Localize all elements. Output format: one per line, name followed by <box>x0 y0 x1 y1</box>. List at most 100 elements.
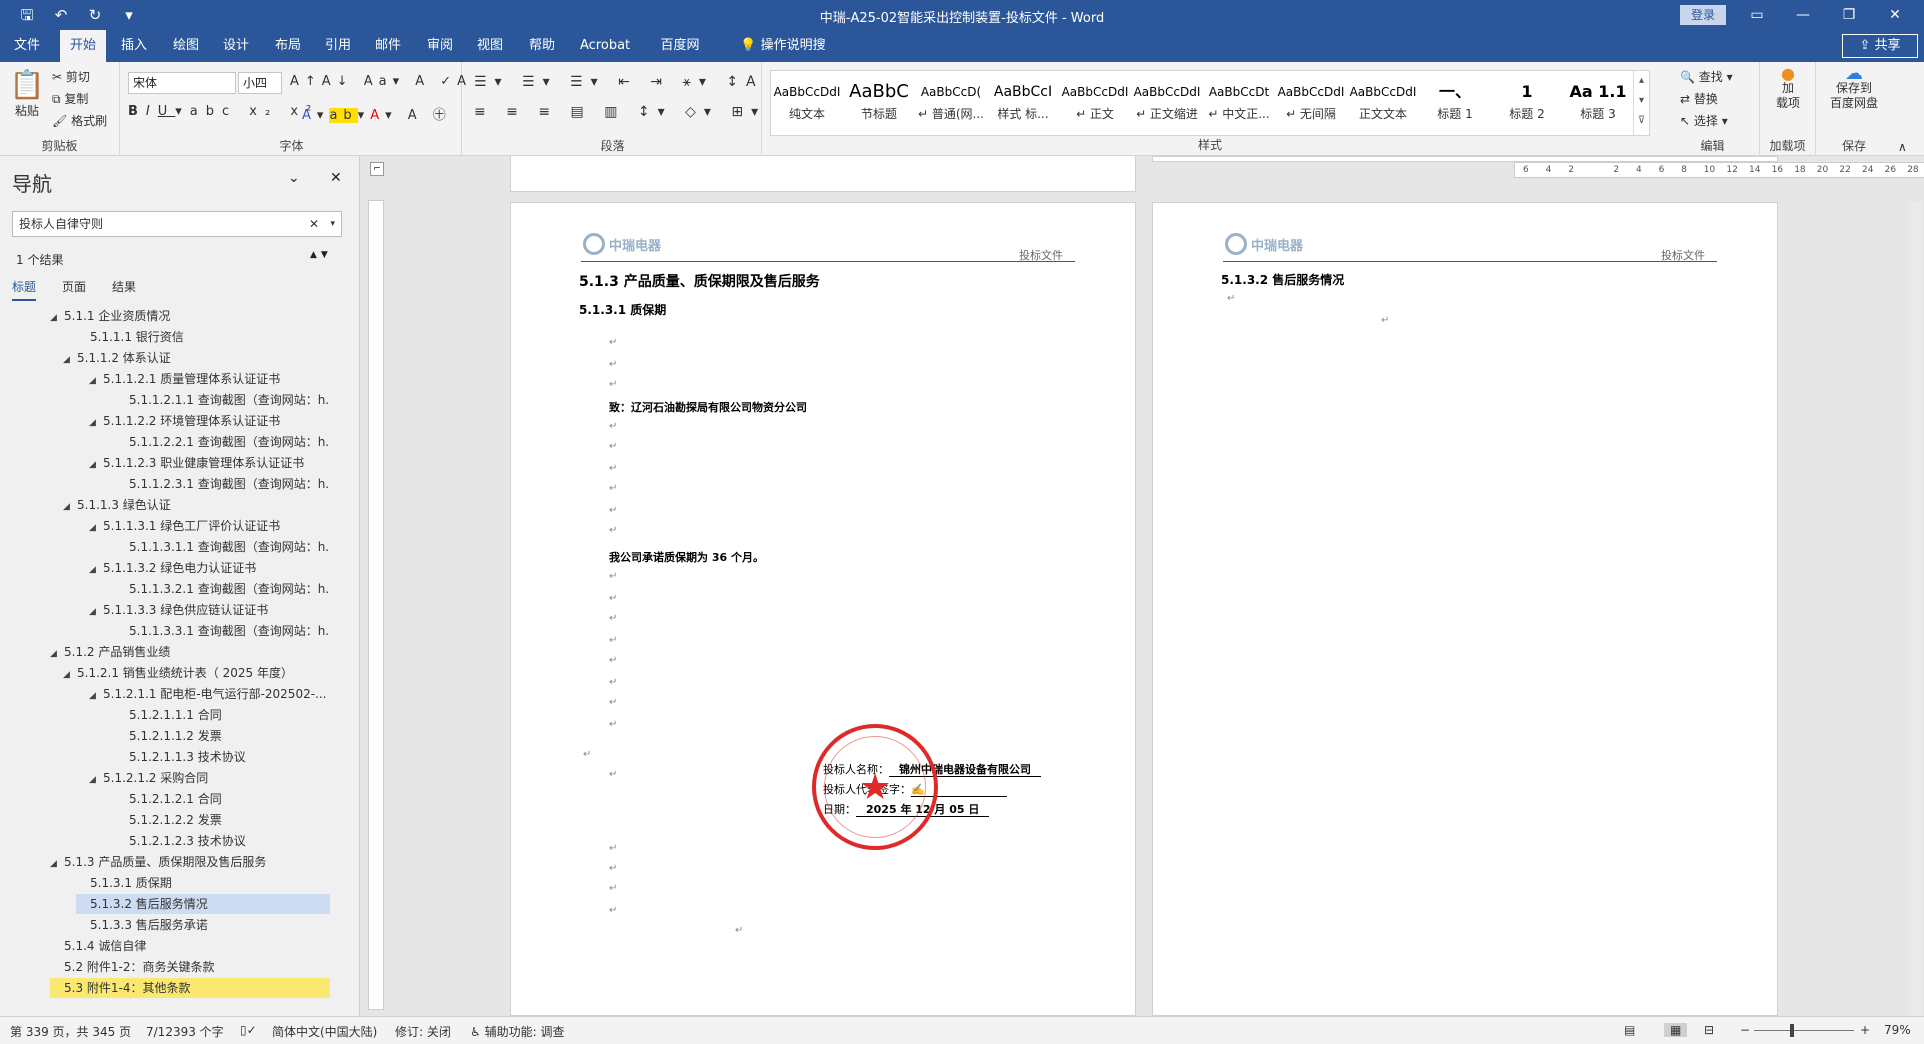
style-item[interactable]: AaBbC 节标题 <box>843 71 915 135</box>
select-button[interactable]: ↖ 选择 ▾ <box>1680 112 1728 129</box>
collapse-triangle-icon[interactable]: ◢ <box>89 770 103 788</box>
font-size-select[interactable]: 小四 <box>238 72 282 94</box>
vertical-scrollbar[interactable] <box>1908 202 1922 1016</box>
tab-insert[interactable]: 插入 <box>112 30 156 62</box>
collapse-triangle-icon[interactable]: ◢ <box>89 518 103 536</box>
collapse-triangle-icon[interactable]: ◢ <box>50 308 64 326</box>
replace-button[interactable]: ⇄ 替换 <box>1680 90 1718 107</box>
nav-heading-item[interactable]: ◢ 5.1.2.1.2 采购合同 <box>89 768 330 788</box>
styles-scroll[interactable]: ▴ ▾ ⊽ <box>1633 71 1649 135</box>
style-item[interactable]: Aa 1.1 标题 3 <box>1563 71 1633 135</box>
copy-button[interactable]: ⧉ 复制 <box>52 90 88 107</box>
nav-heading-item[interactable]: ◢ 5.1.1.2.1 质量管理体系认证证书 <box>89 369 330 389</box>
page-right[interactable]: 中瑞电器 投标文件 5.1.3.2 售后服务情况 ↵ ↵ <box>1152 202 1778 1016</box>
save-to-baidu-button[interactable]: ☁ 保存到 百度网盘 <box>1820 65 1888 111</box>
list-buttons[interactable]: ☰▾ ☰▾ ☰▾ ⇤ ⇥ ⚹▾ ↕A ¶ <box>474 74 793 90</box>
zoom-out-icon[interactable]: − <box>1740 1023 1750 1037</box>
horizontal-ruler[interactable]: 6422468101214161820222426283032343638404… <box>1514 162 1924 178</box>
nav-heading-item[interactable]: 5.1.1.3.3.1 查询截图（查询网站：h... <box>115 621 330 641</box>
collapse-triangle-icon[interactable]: ◢ <box>50 854 64 872</box>
tab-file[interactable]: 文件 <box>6 30 48 62</box>
style-item[interactable]: AaBbCcDdI 正文文本 <box>1347 71 1419 135</box>
tab-acrobat[interactable]: Acrobat <box>572 30 638 62</box>
nav-heading-item[interactable]: 5.1.3.2 售后服务情况 <box>76 894 330 914</box>
nav-heading-item[interactable]: 5.1.1.1 银行资信 <box>76 327 330 347</box>
nav-heading-item[interactable]: 5.1.2.1.1.3 技术协议 <box>115 747 330 767</box>
word-count[interactable]: 7/12393 个字 <box>146 1023 224 1040</box>
minimize-icon[interactable]: — <box>1780 0 1826 30</box>
nav-tab-results[interactable]: 结果 <box>112 278 136 301</box>
zoom-level[interactable]: 79% <box>1884 1023 1911 1037</box>
nav-heading-item[interactable]: 5.1.3.3 售后服务承诺 <box>76 915 330 935</box>
page-count[interactable]: 第 339 页，共 345 页 <box>10 1023 131 1040</box>
nav-heading-item[interactable]: 5.1.1.2.1.1 查询截图（查询网站：h... <box>115 390 330 410</box>
tab-help[interactable]: 帮助 <box>520 30 564 62</box>
accessibility-status[interactable]: ♿ 辅助功能: 调查 <box>470 1023 564 1040</box>
clear-search-icon[interactable]: ✕ <box>309 212 319 236</box>
nav-heading-item[interactable]: 5.1.2.1.2.2 发票 <box>115 810 330 830</box>
collapse-triangle-icon[interactable]: ◢ <box>89 686 103 704</box>
collapse-triangle-icon[interactable]: ◢ <box>63 497 77 515</box>
nav-heading-item[interactable]: 5.1.2.1.2.3 技术协议 <box>115 831 330 851</box>
nav-heading-item[interactable]: 5.1.1.3.1.1 查询截图（查询网站：h... <box>115 537 330 557</box>
find-button[interactable]: 🔍 查找 ▾ <box>1680 68 1733 85</box>
language-status[interactable]: 简体中文(中国大陆) <box>272 1023 377 1040</box>
style-item[interactable]: AaBbCcI 样式 标... <box>987 71 1059 135</box>
web-layout-icon[interactable]: ⊟ <box>1704 1023 1714 1037</box>
alignment-buttons[interactable]: ≡ ≡ ≡ ▤ ▥ ↕▾ ◇▾ ⊞▾ <box>474 104 766 120</box>
nav-options-icon[interactable]: ⌄ <box>288 170 300 186</box>
nav-heading-item[interactable]: 5.2 附件1-2：商务关键条款 <box>50 957 330 977</box>
nav-heading-item[interactable]: 5.1.1.3.2.1 查询截图（查询网站：h... <box>115 579 330 599</box>
nav-heading-item[interactable]: ◢ 5.1.1.3.1 绿色工厂评价认证证书 <box>89 516 330 536</box>
nav-heading-item[interactable]: ◢ 5.1.1.3.3 绿色供应链认证证书 <box>89 600 330 620</box>
close-icon[interactable]: ✕ <box>1872 0 1918 30</box>
tab-baidu-netdisk[interactable]: 百度网盘 <box>648 30 712 85</box>
tab-references[interactable]: 引用 <box>316 30 360 62</box>
login-button[interactable]: 登录 <box>1680 5 1726 25</box>
share-button[interactable]: ⇪ 共享 <box>1842 34 1918 58</box>
search-dropdown-icon[interactable]: ▾ <box>330 212 335 236</box>
style-item[interactable]: 1 标题 2 <box>1491 71 1563 135</box>
nav-heading-item[interactable]: ◢ 5.1.1.2.3 职业健康管理体系认证证书 <box>89 453 330 473</box>
format-painter-button[interactable]: 🖌 格式刷 <box>52 112 107 129</box>
proofing-icon[interactable]: ▯✓ <box>240 1023 257 1037</box>
nav-heading-item[interactable]: 5.1.3.1 质保期 <box>76 873 330 893</box>
tab-view[interactable]: 视图 <box>468 30 512 62</box>
nav-heading-item[interactable]: 5.1.4 诚信自律 <box>50 936 330 956</box>
nav-tab-pages[interactable]: 页面 <box>62 278 86 301</box>
font-size-buttons[interactable]: A↑A↓ Aa▾ A ✓A <box>290 74 472 89</box>
track-changes-status[interactable]: 修订: 关闭 <box>395 1023 451 1040</box>
nav-heading-item[interactable]: ◢ 5.1.1.3 绿色认证 <box>63 495 330 515</box>
tab-design[interactable]: 设计 <box>214 30 258 62</box>
tab-mailings[interactable]: 邮件 <box>366 30 410 62</box>
collapse-triangle-icon[interactable]: ◢ <box>63 665 77 683</box>
page-left[interactable]: 中瑞电器 投标文件 5.1.3 产品质量、质保期限及售后服务 5.1.3.1 质… <box>510 202 1136 1016</box>
collapse-triangle-icon[interactable]: ◢ <box>50 644 64 662</box>
style-item[interactable]: AaBbCcDdI 纯文本 <box>771 71 843 135</box>
collapse-triangle-icon[interactable]: ◢ <box>63 350 77 368</box>
nav-heading-item[interactable]: 5.1.2.1.2.1 合同 <box>115 789 330 809</box>
zoom-in-icon[interactable]: + <box>1860 1023 1870 1037</box>
nav-heading-item[interactable]: ◢ 5.1.2.1.1 配电柜-电气运行部-202502-... <box>89 684 330 704</box>
font-family-select[interactable]: 宋体 <box>128 72 236 94</box>
style-item[interactable]: AaBbCcDt ↵ 中文正... <box>1203 71 1275 135</box>
zoom-slider[interactable] <box>1754 1030 1854 1031</box>
collapse-triangle-icon[interactable]: ◢ <box>89 560 103 578</box>
nav-heading-item[interactable]: ◢ 5.1.1.2.2 环境管理体系认证证书 <box>89 411 330 431</box>
collapse-triangle-icon[interactable]: ◢ <box>89 455 103 473</box>
collapse-triangle-icon[interactable]: ◢ <box>89 602 103 620</box>
collapse-triangle-icon[interactable]: ◢ <box>89 371 103 389</box>
style-item[interactable]: AaBbCcDdI ↵ 正文 <box>1059 71 1131 135</box>
nav-heading-item[interactable]: 5.3 附件1-4：其他条款 <box>50 978 330 998</box>
tab-layout[interactable]: 布局 <box>266 30 310 62</box>
vertical-ruler[interactable] <box>368 200 384 1010</box>
zoom-slider-thumb[interactable] <box>1790 1024 1794 1037</box>
tab-selector[interactable]: ⌐ <box>370 162 384 176</box>
style-item[interactable]: AaBbCcDdI ↵ 正文缩进 <box>1131 71 1203 135</box>
style-item[interactable]: AaBbCcD(↵ 普通(网... <box>915 71 987 135</box>
tab-home[interactable]: 开始 <box>60 30 106 62</box>
result-prev-next[interactable]: ▲▼ <box>310 250 332 260</box>
nav-heading-item[interactable]: ◢ 5.1.2 产品销售业绩 <box>50 642 330 662</box>
nav-heading-item[interactable]: ◢ 5.1.3 产品质量、质保期限及售后服务 <box>50 852 330 872</box>
restore-icon[interactable]: ❐ <box>1826 0 1872 30</box>
